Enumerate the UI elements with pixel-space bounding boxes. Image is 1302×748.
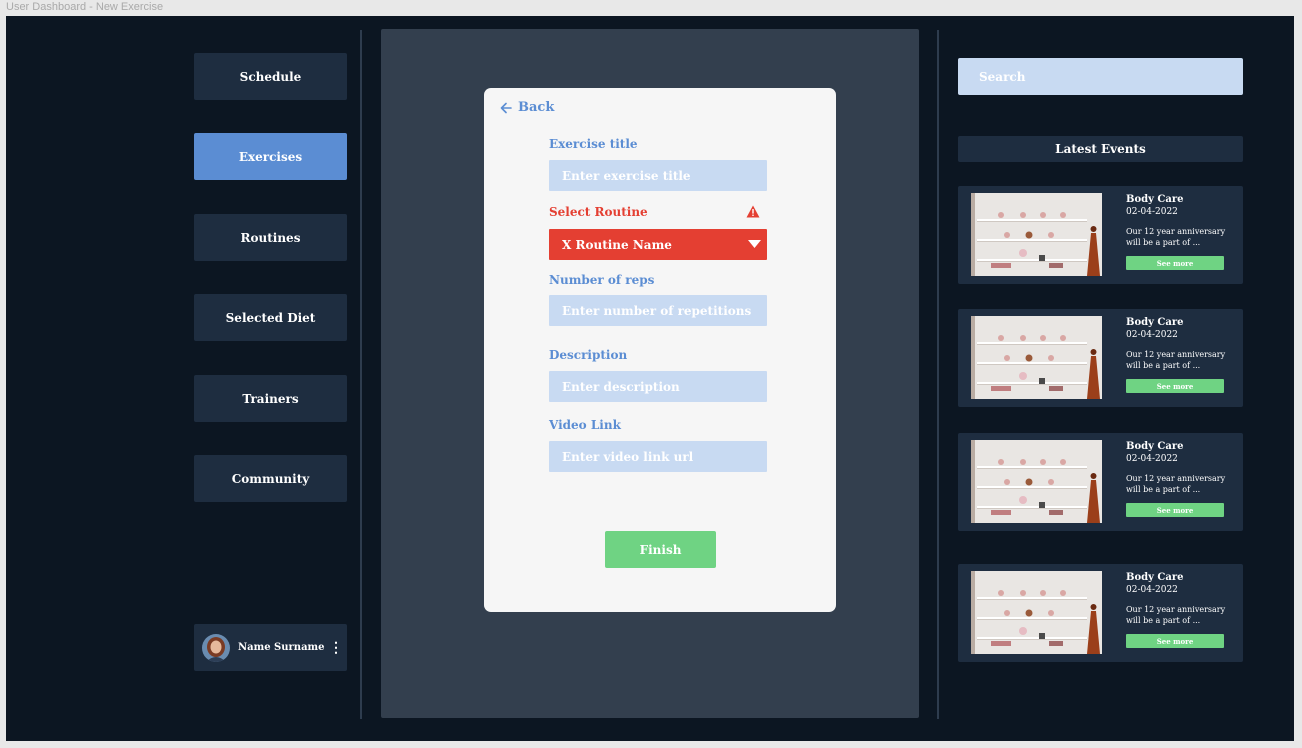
event-title: Body Care (1126, 441, 1184, 452)
event-date: 02-04-2022 (1126, 454, 1178, 464)
event-title: Body Care (1126, 572, 1184, 583)
event-description: Our 12 year anniversary will be a part o… (1126, 474, 1226, 494)
sidebar-item-selected-diet[interactable]: Selected Diet (194, 294, 347, 341)
sidebar-item-routines[interactable]: Routines (194, 214, 347, 261)
reps-input[interactable] (549, 295, 767, 326)
description-input[interactable] (549, 371, 767, 402)
event-description: Our 12 year anniversary will be a part o… (1126, 350, 1226, 370)
see-more-button[interactable]: See more (1126, 503, 1224, 517)
exercise-title-label: Exercise title (549, 137, 638, 151)
sidebar-item-trainers[interactable]: Trainers (194, 375, 347, 422)
sidebar-item-community[interactable]: Community (194, 455, 347, 502)
select-routine-label: Select Routine (549, 205, 648, 219)
event-image (971, 316, 1102, 399)
sidebar-item-exercises[interactable]: Exercises (194, 133, 347, 180)
event-image (971, 193, 1102, 276)
finish-button[interactable]: Finish (605, 531, 716, 568)
sidebar-item-schedule[interactable]: Schedule (194, 53, 347, 100)
right-divider (937, 30, 939, 719)
warning-icon (746, 205, 760, 218)
exercise-title-input[interactable] (549, 160, 767, 191)
see-more-button[interactable]: See more (1126, 256, 1224, 270)
video-link-label: Video Link (549, 418, 621, 432)
back-button[interactable]: Back (500, 100, 554, 115)
latest-events-header: Latest Events (958, 136, 1243, 162)
left-divider (360, 30, 362, 719)
event-date: 02-04-2022 (1126, 585, 1178, 595)
event-card: Body Care 02-04-2022 Our 12 year anniver… (958, 433, 1243, 531)
user-name: Name Surname (238, 642, 325, 653)
routine-select[interactable]: X Routine Name (549, 229, 767, 260)
user-profile-card[interactable]: Name Surname ⋮ (194, 624, 347, 671)
routine-select-value: X Routine Name (562, 237, 672, 252)
reps-label: Number of reps (549, 273, 655, 287)
new-exercise-form: Back Exercise title Select Routine X Rou… (484, 88, 836, 612)
event-card: Body Care 02-04-2022 Our 12 year anniver… (958, 309, 1243, 407)
dashboard-frame: Schedule Exercises Routines Selected Die… (6, 16, 1294, 741)
event-card: Body Care 02-04-2022 Our 12 year anniver… (958, 564, 1243, 662)
event-description: Our 12 year anniversary will be a part o… (1126, 227, 1226, 247)
event-title: Body Care (1126, 194, 1184, 205)
video-link-input[interactable] (549, 441, 767, 472)
see-more-button[interactable]: See more (1126, 379, 1224, 393)
arrow-left-icon (500, 102, 512, 113)
main-panel: Back Exercise title Select Routine X Rou… (381, 29, 919, 718)
window-title: User Dashboard - New Exercise (6, 1, 164, 13)
avatar (202, 633, 230, 662)
event-card: Body Care 02-04-2022 Our 12 year anniver… (958, 186, 1243, 284)
event-description: Our 12 year anniversary will be a part o… (1126, 605, 1226, 625)
more-options-icon[interactable]: ⋮ (329, 640, 343, 656)
event-date: 02-04-2022 (1126, 207, 1178, 217)
back-label: Back (518, 100, 555, 115)
search-input[interactable]: Search (958, 58, 1243, 95)
event-image (971, 440, 1102, 523)
event-title: Body Care (1126, 317, 1184, 328)
chevron-down-icon (748, 240, 761, 248)
event-image (971, 571, 1102, 654)
description-label: Description (549, 348, 628, 362)
see-more-button[interactable]: See more (1126, 634, 1224, 648)
event-date: 02-04-2022 (1126, 330, 1178, 340)
